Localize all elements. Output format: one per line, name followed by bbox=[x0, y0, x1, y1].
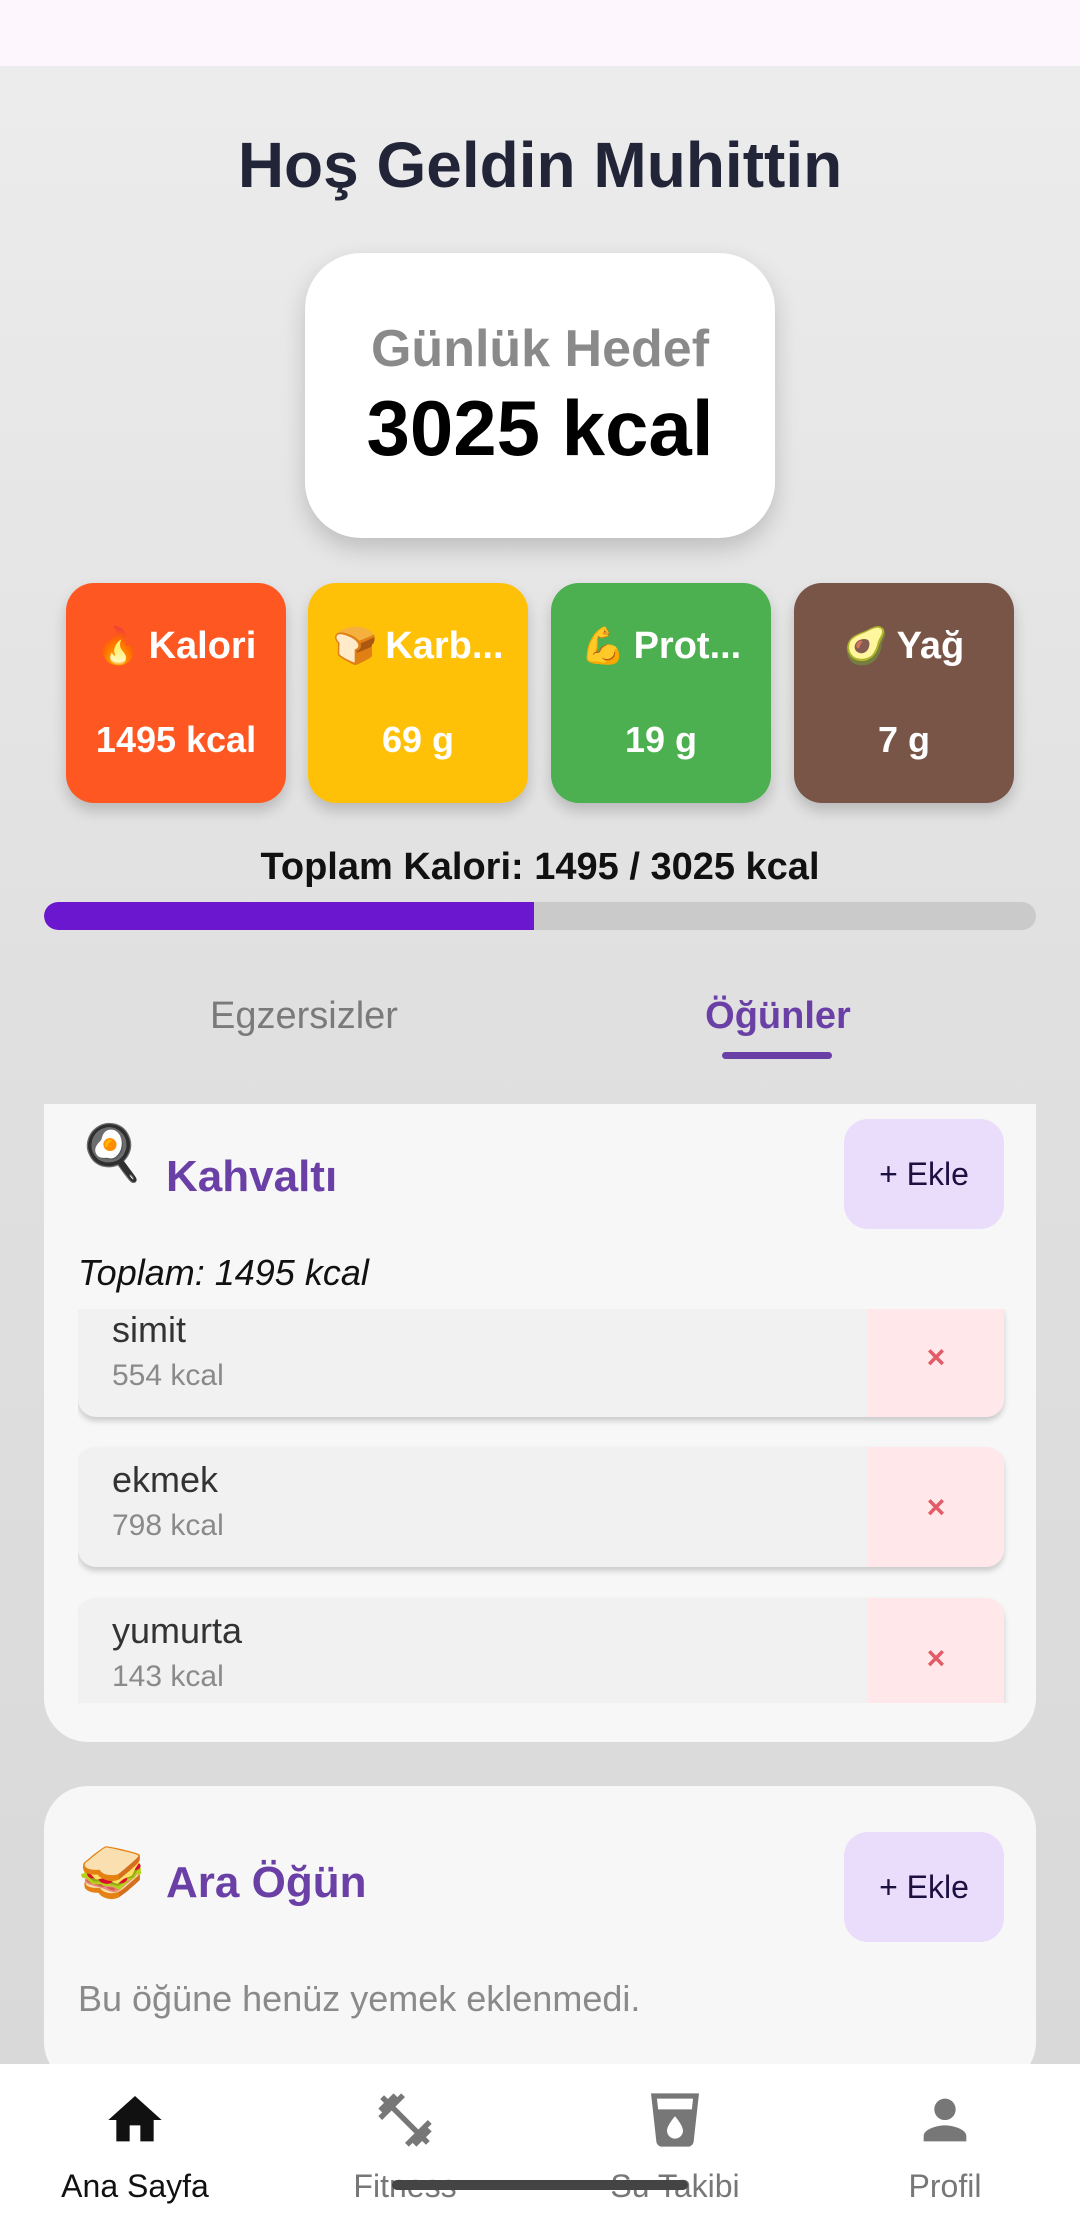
daily-goal-value: 3025 kcal bbox=[366, 384, 714, 472]
macro-value: 19 g bbox=[624, 719, 698, 760]
nav-item-fitness[interactable]: Fitness bbox=[270, 2064, 540, 2220]
add-food-button[interactable]: + Ekle bbox=[844, 1119, 1004, 1229]
macro-card-carbs: 🍞 Karb... 69 g bbox=[308, 583, 528, 803]
macro-label: Karb... bbox=[385, 625, 504, 667]
home-icon bbox=[108, 2096, 162, 2142]
add-food-button[interactable]: + Ekle bbox=[844, 1832, 1004, 1942]
meal-title: Ara Öğün bbox=[166, 1858, 367, 1907]
food-item[interactable]: yumurta 143 kcal × bbox=[78, 1598, 1004, 1703]
bottom-navigation: Ana Sayfa Fitness Su Takibi Profil bbox=[0, 2064, 1080, 2220]
meal-card-snack: 🥪 Ara Öğün + Ekle Bu öğüne henüz yemek e… bbox=[44, 1786, 1036, 2086]
tab-exercises[interactable]: Egzersizler bbox=[154, 995, 454, 1038]
macro-card-fat: 🥑 Yağ 7 g bbox=[794, 583, 1014, 803]
status-bar bbox=[0, 0, 1080, 66]
active-tab-indicator bbox=[722, 1052, 832, 1059]
macro-value: 7 g bbox=[877, 719, 930, 760]
frying-pan-icon: 🍳 bbox=[78, 1123, 146, 1183]
nav-label: Profil bbox=[908, 2168, 982, 2204]
fire-icon: 🔥 bbox=[95, 625, 141, 666]
nav-item-water[interactable]: Su Takibi bbox=[540, 2064, 810, 2220]
food-item[interactable]: ekmek 798 kcal × bbox=[78, 1447, 1004, 1567]
delete-food-button[interactable]: × bbox=[868, 1309, 1004, 1417]
food-list: simit 554 kcal × ekmek 798 kcal × yumurt… bbox=[78, 1309, 1016, 1703]
avocado-icon: 🥑 bbox=[843, 625, 889, 666]
macro-card-calories: 🔥 Kalori 1495 kcal bbox=[66, 583, 286, 803]
home-indicator bbox=[392, 2180, 688, 2190]
sandwich-icon: 🥪 bbox=[78, 1843, 146, 1903]
food-item[interactable]: simit 554 kcal × bbox=[78, 1309, 1004, 1417]
macro-label: Kalori bbox=[148, 625, 257, 667]
meal-total: Toplam: 1495 kcal bbox=[78, 1252, 369, 1293]
nav-label: Ana Sayfa bbox=[61, 2168, 209, 2204]
total-calories-text: Toplam Kalori: 1495 / 3025 kcal bbox=[260, 846, 820, 888]
calorie-progress-fill bbox=[44, 902, 535, 930]
macro-value: 1495 kcal bbox=[95, 719, 257, 760]
macro-card-protein: 💪 Prot... 19 g bbox=[551, 583, 771, 803]
macro-label: Yağ bbox=[896, 625, 965, 667]
empty-meal-text: Bu öğüne henüz yemek eklenmedi. bbox=[78, 1978, 641, 2019]
meal-title: Kahvaltı bbox=[166, 1152, 338, 1201]
dumbbell-icon bbox=[378, 2093, 432, 2147]
flexed-biceps-icon: 💪 bbox=[580, 625, 626, 666]
food-calories: 798 kcal bbox=[112, 1509, 224, 1542]
food-name: yumurta bbox=[112, 1610, 243, 1651]
calorie-progress-bar bbox=[44, 902, 1036, 930]
page-title: Hoş Geldin Muhittin bbox=[237, 129, 843, 201]
food-name: ekmek bbox=[112, 1459, 219, 1500]
person-icon bbox=[923, 2098, 967, 2142]
water-glass-icon bbox=[651, 2093, 699, 2147]
delete-food-button[interactable]: × bbox=[868, 1598, 1004, 1703]
daily-goal-label: Günlük Hedef bbox=[370, 320, 710, 378]
nav-item-home[interactable]: Ana Sayfa bbox=[0, 2064, 270, 2220]
meal-card-breakfast: 🍳 Kahvaltı + Ekle Toplam: 1495 kcal simi… bbox=[44, 1104, 1036, 1742]
nav-item-profile[interactable]: Profil bbox=[810, 2064, 1080, 2220]
food-name: simit bbox=[112, 1309, 186, 1350]
food-calories: 554 kcal bbox=[112, 1359, 224, 1392]
bread-icon: 🍞 bbox=[332, 625, 378, 666]
food-calories: 143 kcal bbox=[112, 1660, 224, 1693]
daily-goal-card: Günlük Hedef 3025 kcal bbox=[305, 253, 775, 538]
tab-meals[interactable]: Öğünler bbox=[628, 995, 928, 1038]
macro-label: Prot... bbox=[633, 625, 742, 667]
delete-food-button[interactable]: × bbox=[868, 1447, 1004, 1567]
macro-value: 69 g bbox=[381, 719, 455, 760]
